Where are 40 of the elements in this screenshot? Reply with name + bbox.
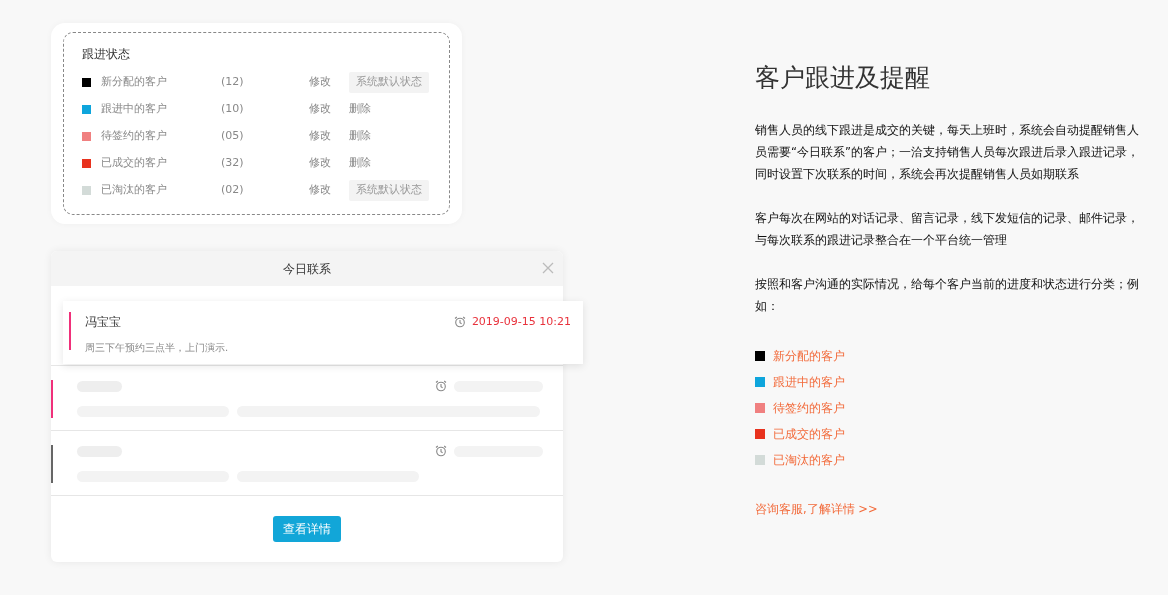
panel-title: 跟进状态 [82, 46, 131, 63]
description-paragraph: 销售人员的线下跟进是成交的关键，每天上班时，系统会自动提醒销售人员需要“今日联系”的客户；一洽支持销售人员每次跟进后录入跟进记录，同时设置下次联系的时间，系统会再次提醒销售人员如期联系 [755, 122, 1140, 183]
description-paragraph: 按照和客户沟通的实际情况，给每个客户当前的进度和状态进行分类；例如： [755, 276, 1140, 315]
edit-link[interactable]: 修改 [309, 155, 349, 172]
close-icon[interactable] [542, 262, 554, 274]
legend-label: 跟进中的客户 [773, 374, 845, 391]
status-name: 已成交的客户 [101, 155, 168, 172]
status-count: (02) [221, 182, 245, 199]
alarm-clock-icon [435, 445, 447, 457]
status-name: 已淘汰的客户 [101, 182, 168, 199]
status-name: 待签约的客户 [101, 128, 168, 145]
legend-label: 已淘汰的客户 [773, 452, 845, 469]
status-count: (05) [221, 128, 245, 145]
delete-link[interactable]: 删除 [349, 101, 371, 118]
edit-link[interactable]: 修改 [309, 74, 349, 91]
view-details-button[interactable]: 查看详情 [273, 516, 341, 542]
status-name: 跟进中的客户 [101, 101, 168, 118]
legend-label: 待签约的客户 [773, 400, 845, 417]
delete-link[interactable]: 删除 [349, 155, 371, 172]
alarm-clock-icon [453, 316, 466, 328]
status-count: (12) [221, 74, 245, 91]
alarm-clock-icon [435, 380, 447, 392]
delete-link[interactable]: 删除 [349, 128, 371, 145]
reminder-time: 2019-09-15 10:21 [471, 313, 571, 330]
legend-label: 已成交的客户 [773, 426, 845, 443]
edit-link[interactable]: 修改 [309, 182, 349, 199]
section-heading: 客户跟进及提醒 [755, 63, 931, 93]
default-status-tag: 系统默认状态 [349, 180, 429, 201]
status-count: (32) [221, 155, 245, 172]
contact-link[interactable]: 咨询客服,了解详情 >> [755, 501, 878, 519]
reminder-note: 周三下午预约三点半，上门演示. [85, 341, 230, 355]
contact-name: 冯宝宝 [85, 314, 122, 331]
default-status-tag: 系统默认状态 [349, 72, 429, 93]
description-paragraph: 客户每次在网站的对话记录、留言记录，线下发短信的记录、邮件记录，与每次联系的跟进记录整合在一个平台统一管理 [755, 210, 1140, 249]
edit-link[interactable]: 修改 [309, 128, 349, 145]
status-name: 新分配的客户 [101, 74, 168, 91]
dialog-title: 今日联系 [283, 260, 331, 278]
edit-link[interactable]: 修改 [309, 101, 349, 118]
status-count: (10) [221, 101, 245, 118]
legend-label: 新分配的客户 [773, 348, 845, 365]
